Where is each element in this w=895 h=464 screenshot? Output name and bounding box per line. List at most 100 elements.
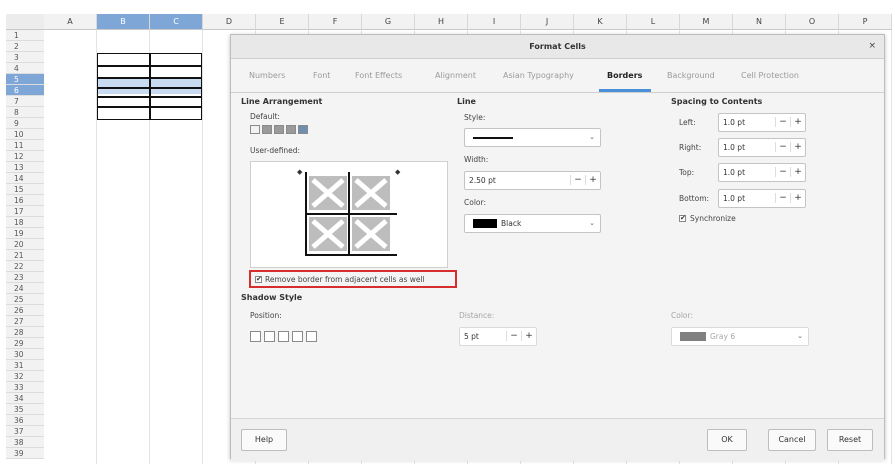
row-header-27[interactable]: 27 xyxy=(6,316,44,327)
row-header-4[interactable]: 4 xyxy=(6,63,44,74)
row-header-39[interactable]: 39 xyxy=(6,448,44,459)
row-header-7[interactable]: 7 xyxy=(6,96,44,107)
row-header-19[interactable]: 19 xyxy=(6,228,44,239)
column-header-p[interactable]: P xyxy=(839,14,892,30)
tab-font-effects[interactable]: Font Effects xyxy=(355,71,402,80)
ok-button[interactable]: OK xyxy=(707,429,747,451)
preset-none-icon[interactable] xyxy=(250,125,260,134)
line-color-select[interactable]: Black ⌄ xyxy=(464,214,601,233)
row-header-15[interactable]: 15 xyxy=(6,184,44,195)
shadow-top-right-icon[interactable] xyxy=(278,331,289,342)
row-header-2[interactable]: 2 xyxy=(6,41,44,52)
shadow-top-left-icon[interactable] xyxy=(306,331,317,342)
row-header-36[interactable]: 36 xyxy=(6,415,44,426)
top-decrease-button[interactable]: − xyxy=(775,167,790,177)
column-header-d[interactable]: D xyxy=(203,14,256,30)
column-header-i[interactable]: I xyxy=(468,14,521,30)
shadow-bottom-right-icon[interactable] xyxy=(264,331,275,342)
row-header-31[interactable]: 31 xyxy=(6,360,44,371)
column-header-k[interactable]: K xyxy=(574,14,627,30)
synchronize-label[interactable]: Synchronize xyxy=(690,214,736,223)
row-header-11[interactable]: 11 xyxy=(6,140,44,151)
row-header-37[interactable]: 37 xyxy=(6,426,44,437)
column-header-n[interactable]: N xyxy=(733,14,786,30)
left-decrease-button[interactable]: − xyxy=(775,117,790,127)
style-select[interactable]: ⌄ xyxy=(464,128,601,147)
row-header-30[interactable]: 30 xyxy=(6,349,44,360)
bottom-decrease-button[interactable]: − xyxy=(775,193,790,203)
column-header-l[interactable]: L xyxy=(627,14,680,30)
column-header-f[interactable]: F xyxy=(309,14,362,30)
right-increase-button[interactable]: + xyxy=(790,142,805,152)
bottom-spacing-field[interactable]: 1.0 pt − + xyxy=(718,189,806,208)
bottom-increase-button[interactable]: + xyxy=(790,193,805,203)
row-header-24[interactable]: 24 xyxy=(6,283,44,294)
shadow-color-select[interactable]: Gray 6 ⌄ xyxy=(671,327,809,346)
row-header-35[interactable]: 35 xyxy=(6,404,44,415)
row-header-18[interactable]: 18 xyxy=(6,217,44,228)
row-header-17[interactable]: 17 xyxy=(6,206,44,217)
column-header-j[interactable]: J xyxy=(521,14,574,30)
width-increase-button[interactable]: + xyxy=(585,175,600,185)
remove-border-checkbox[interactable]: ✔ xyxy=(255,276,262,283)
sheet-corner[interactable] xyxy=(6,14,44,30)
row-header-29[interactable]: 29 xyxy=(6,338,44,349)
row-header-3[interactable]: 3 xyxy=(6,52,44,63)
preset-box-icon[interactable] xyxy=(262,125,272,134)
shadow-bottom-left-icon[interactable] xyxy=(292,331,303,342)
distance-increase-button[interactable]: + xyxy=(521,331,536,341)
top-spacing-field[interactable]: 1.0 pt − + xyxy=(718,163,806,182)
row-header-23[interactable]: 23 xyxy=(6,272,44,283)
row-header-16[interactable]: 16 xyxy=(6,195,44,206)
row-header-33[interactable]: 33 xyxy=(6,382,44,393)
row-header-21[interactable]: 21 xyxy=(6,250,44,261)
row-header-8[interactable]: 8 xyxy=(6,107,44,118)
row-header-12[interactable]: 12 xyxy=(6,151,44,162)
reset-button[interactable]: Reset xyxy=(827,429,873,451)
cancel-button[interactable]: Cancel xyxy=(768,429,816,451)
right-decrease-button[interactable]: − xyxy=(775,142,790,152)
row-header-22[interactable]: 22 xyxy=(6,261,44,272)
row-header-13[interactable]: 13 xyxy=(6,162,44,173)
column-header-o[interactable]: O xyxy=(786,14,839,30)
tab-borders[interactable]: Borders xyxy=(607,71,642,80)
preset-outer-inner-icon[interactable] xyxy=(286,125,296,134)
row-header-5[interactable]: 5 xyxy=(6,74,44,85)
tab-font[interactable]: Font xyxy=(313,71,330,80)
remove-border-label[interactable]: Remove border from adjacent cells as wel… xyxy=(265,275,425,284)
column-header-e[interactable]: E xyxy=(256,14,309,30)
row-header-38[interactable]: 38 xyxy=(6,437,44,448)
left-increase-button[interactable]: + xyxy=(790,117,805,127)
row-header-34[interactable]: 34 xyxy=(6,393,44,404)
row-header-26[interactable]: 26 xyxy=(6,305,44,316)
row-header-6[interactable]: 6 xyxy=(6,85,44,96)
row-header-1[interactable]: 1 xyxy=(6,30,44,41)
right-spacing-field[interactable]: 1.0 pt − + xyxy=(718,138,806,157)
width-decrease-button[interactable]: − xyxy=(570,175,585,185)
row-header-25[interactable]: 25 xyxy=(6,294,44,305)
row-header-28[interactable]: 28 xyxy=(6,327,44,338)
shadow-none-icon[interactable] xyxy=(250,331,261,342)
column-header-b[interactable]: B xyxy=(97,14,150,30)
close-icon[interactable]: × xyxy=(868,41,876,51)
column-header-m[interactable]: M xyxy=(680,14,733,30)
border-preview[interactable]: ◆ ◆ xyxy=(250,161,448,268)
row-header-10[interactable]: 10 xyxy=(6,129,44,140)
column-header-g[interactable]: G xyxy=(362,14,415,30)
distance-decrease-button[interactable]: − xyxy=(506,331,521,341)
preset-box-inner-icon[interactable] xyxy=(274,125,284,134)
tab-background[interactable]: Background xyxy=(667,71,715,80)
tab-numbers[interactable]: Numbers xyxy=(249,71,285,80)
column-header-h[interactable]: H xyxy=(415,14,468,30)
synchronize-checkbox[interactable]: ✔ xyxy=(679,215,686,222)
row-header-14[interactable]: 14 xyxy=(6,173,44,184)
column-header-a[interactable]: A xyxy=(44,14,97,30)
distance-field[interactable]: 5 pt − + xyxy=(459,327,537,346)
help-button[interactable]: Help xyxy=(241,429,287,451)
tab-asian-typography[interactable]: Asian Typography xyxy=(503,71,574,80)
tab-alignment[interactable]: Alignment xyxy=(435,71,476,80)
preset-all-icon[interactable] xyxy=(298,125,308,134)
row-header-20[interactable]: 20 xyxy=(6,239,44,250)
column-header-c[interactable]: C xyxy=(150,14,203,30)
width-field[interactable]: 2.50 pt − + xyxy=(464,171,601,190)
